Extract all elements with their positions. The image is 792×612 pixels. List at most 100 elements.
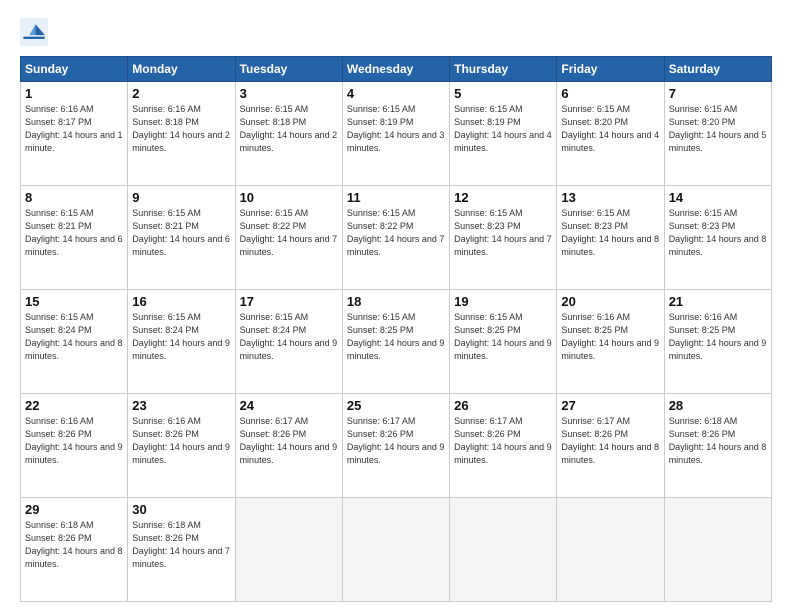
calendar-week-row: 1 Sunrise: 6:16 AM Sunset: 8:17 PM Dayli… <box>21 82 772 186</box>
day-number: 24 <box>240 398 338 413</box>
day-number: 3 <box>240 86 338 101</box>
day-detail: Sunrise: 6:15 AM Sunset: 8:19 PM Dayligh… <box>347 103 445 155</box>
day-number: 10 <box>240 190 338 205</box>
day-detail: Sunrise: 6:15 AM Sunset: 8:19 PM Dayligh… <box>454 103 552 155</box>
calendar-day-cell: 28 Sunrise: 6:18 AM Sunset: 8:26 PM Dayl… <box>664 394 771 498</box>
calendar-day-cell: 21 Sunrise: 6:16 AM Sunset: 8:25 PM Dayl… <box>664 290 771 394</box>
day-detail: Sunrise: 6:15 AM Sunset: 8:20 PM Dayligh… <box>669 103 767 155</box>
calendar-day-cell: 23 Sunrise: 6:16 AM Sunset: 8:26 PM Dayl… <box>128 394 235 498</box>
calendar-day-cell: 10 Sunrise: 6:15 AM Sunset: 8:22 PM Dayl… <box>235 186 342 290</box>
day-number: 30 <box>132 502 230 517</box>
day-detail: Sunrise: 6:18 AM Sunset: 8:26 PM Dayligh… <box>25 519 123 571</box>
day-number: 25 <box>347 398 445 413</box>
day-number: 6 <box>561 86 659 101</box>
day-number: 5 <box>454 86 552 101</box>
calendar-day-cell: 22 Sunrise: 6:16 AM Sunset: 8:26 PM Dayl… <box>21 394 128 498</box>
calendar-day-cell: 13 Sunrise: 6:15 AM Sunset: 8:23 PM Dayl… <box>557 186 664 290</box>
day-number: 19 <box>454 294 552 309</box>
calendar-day-cell: 27 Sunrise: 6:17 AM Sunset: 8:26 PM Dayl… <box>557 394 664 498</box>
calendar-week-row: 29 Sunrise: 6:18 AM Sunset: 8:26 PM Dayl… <box>21 498 772 602</box>
day-number: 7 <box>669 86 767 101</box>
day-detail: Sunrise: 6:15 AM Sunset: 8:20 PM Dayligh… <box>561 103 659 155</box>
day-detail: Sunrise: 6:15 AM Sunset: 8:24 PM Dayligh… <box>132 311 230 363</box>
day-number: 1 <box>25 86 123 101</box>
day-number: 27 <box>561 398 659 413</box>
calendar-day-cell: 17 Sunrise: 6:15 AM Sunset: 8:24 PM Dayl… <box>235 290 342 394</box>
calendar-week-row: 22 Sunrise: 6:16 AM Sunset: 8:26 PM Dayl… <box>21 394 772 498</box>
day-detail: Sunrise: 6:16 AM Sunset: 8:26 PM Dayligh… <box>25 415 123 467</box>
day-detail: Sunrise: 6:15 AM Sunset: 8:18 PM Dayligh… <box>240 103 338 155</box>
calendar-header-cell: Monday <box>128 57 235 82</box>
day-detail: Sunrise: 6:15 AM Sunset: 8:24 PM Dayligh… <box>25 311 123 363</box>
day-detail: Sunrise: 6:15 AM Sunset: 8:25 PM Dayligh… <box>347 311 445 363</box>
day-detail: Sunrise: 6:15 AM Sunset: 8:23 PM Dayligh… <box>669 207 767 259</box>
calendar-day-cell: 8 Sunrise: 6:15 AM Sunset: 8:21 PM Dayli… <box>21 186 128 290</box>
day-detail: Sunrise: 6:16 AM Sunset: 8:17 PM Dayligh… <box>25 103 123 155</box>
calendar-day-cell: 25 Sunrise: 6:17 AM Sunset: 8:26 PM Dayl… <box>342 394 449 498</box>
day-number: 15 <box>25 294 123 309</box>
calendar-header-cell: Sunday <box>21 57 128 82</box>
calendar-day-cell: 4 Sunrise: 6:15 AM Sunset: 8:19 PM Dayli… <box>342 82 449 186</box>
calendar-day-cell <box>664 498 771 602</box>
day-number: 18 <box>347 294 445 309</box>
calendar-table: SundayMondayTuesdayWednesdayThursdayFrid… <box>20 56 772 602</box>
day-number: 21 <box>669 294 767 309</box>
calendar-day-cell: 14 Sunrise: 6:15 AM Sunset: 8:23 PM Dayl… <box>664 186 771 290</box>
calendar-day-cell: 9 Sunrise: 6:15 AM Sunset: 8:21 PM Dayli… <box>128 186 235 290</box>
day-detail: Sunrise: 6:16 AM Sunset: 8:18 PM Dayligh… <box>132 103 230 155</box>
calendar-day-cell <box>235 498 342 602</box>
calendar-day-cell: 15 Sunrise: 6:15 AM Sunset: 8:24 PM Dayl… <box>21 290 128 394</box>
calendar-header-row: SundayMondayTuesdayWednesdayThursdayFrid… <box>21 57 772 82</box>
calendar-day-cell: 19 Sunrise: 6:15 AM Sunset: 8:25 PM Dayl… <box>450 290 557 394</box>
calendar-day-cell <box>557 498 664 602</box>
day-number: 29 <box>25 502 123 517</box>
calendar-day-cell: 12 Sunrise: 6:15 AM Sunset: 8:23 PM Dayl… <box>450 186 557 290</box>
calendar-day-cell: 1 Sunrise: 6:16 AM Sunset: 8:17 PM Dayli… <box>21 82 128 186</box>
day-detail: Sunrise: 6:17 AM Sunset: 8:26 PM Dayligh… <box>454 415 552 467</box>
day-number: 12 <box>454 190 552 205</box>
calendar-day-cell: 3 Sunrise: 6:15 AM Sunset: 8:18 PM Dayli… <box>235 82 342 186</box>
calendar-day-cell: 26 Sunrise: 6:17 AM Sunset: 8:26 PM Dayl… <box>450 394 557 498</box>
logo <box>20 18 52 46</box>
page: SundayMondayTuesdayWednesdayThursdayFrid… <box>0 0 792 612</box>
calendar-day-cell: 16 Sunrise: 6:15 AM Sunset: 8:24 PM Dayl… <box>128 290 235 394</box>
day-detail: Sunrise: 6:15 AM Sunset: 8:23 PM Dayligh… <box>561 207 659 259</box>
calendar-day-cell: 6 Sunrise: 6:15 AM Sunset: 8:20 PM Dayli… <box>557 82 664 186</box>
calendar-header-cell: Friday <box>557 57 664 82</box>
day-detail: Sunrise: 6:16 AM Sunset: 8:26 PM Dayligh… <box>132 415 230 467</box>
calendar-day-cell: 18 Sunrise: 6:15 AM Sunset: 8:25 PM Dayl… <box>342 290 449 394</box>
calendar-day-cell <box>342 498 449 602</box>
calendar-day-cell <box>450 498 557 602</box>
logo-icon <box>20 18 48 46</box>
day-number: 9 <box>132 190 230 205</box>
day-number: 17 <box>240 294 338 309</box>
calendar-day-cell: 20 Sunrise: 6:16 AM Sunset: 8:25 PM Dayl… <box>557 290 664 394</box>
day-detail: Sunrise: 6:18 AM Sunset: 8:26 PM Dayligh… <box>669 415 767 467</box>
calendar-header-cell: Saturday <box>664 57 771 82</box>
calendar-day-cell: 7 Sunrise: 6:15 AM Sunset: 8:20 PM Dayli… <box>664 82 771 186</box>
day-number: 4 <box>347 86 445 101</box>
day-number: 11 <box>347 190 445 205</box>
day-detail: Sunrise: 6:15 AM Sunset: 8:22 PM Dayligh… <box>347 207 445 259</box>
day-detail: Sunrise: 6:15 AM Sunset: 8:21 PM Dayligh… <box>132 207 230 259</box>
day-number: 13 <box>561 190 659 205</box>
calendar-header-cell: Thursday <box>450 57 557 82</box>
calendar-day-cell: 2 Sunrise: 6:16 AM Sunset: 8:18 PM Dayli… <box>128 82 235 186</box>
day-number: 8 <box>25 190 123 205</box>
header <box>20 18 772 46</box>
calendar-day-cell: 11 Sunrise: 6:15 AM Sunset: 8:22 PM Dayl… <box>342 186 449 290</box>
day-detail: Sunrise: 6:17 AM Sunset: 8:26 PM Dayligh… <box>240 415 338 467</box>
day-number: 16 <box>132 294 230 309</box>
calendar-day-cell: 24 Sunrise: 6:17 AM Sunset: 8:26 PM Dayl… <box>235 394 342 498</box>
day-detail: Sunrise: 6:15 AM Sunset: 8:25 PM Dayligh… <box>454 311 552 363</box>
day-detail: Sunrise: 6:15 AM Sunset: 8:21 PM Dayligh… <box>25 207 123 259</box>
day-detail: Sunrise: 6:17 AM Sunset: 8:26 PM Dayligh… <box>347 415 445 467</box>
day-number: 22 <box>25 398 123 413</box>
day-detail: Sunrise: 6:18 AM Sunset: 8:26 PM Dayligh… <box>132 519 230 571</box>
calendar-header-cell: Tuesday <box>235 57 342 82</box>
calendar-day-cell: 29 Sunrise: 6:18 AM Sunset: 8:26 PM Dayl… <box>21 498 128 602</box>
calendar-day-cell: 5 Sunrise: 6:15 AM Sunset: 8:19 PM Dayli… <box>450 82 557 186</box>
calendar-day-cell: 30 Sunrise: 6:18 AM Sunset: 8:26 PM Dayl… <box>128 498 235 602</box>
calendar-week-row: 8 Sunrise: 6:15 AM Sunset: 8:21 PM Dayli… <box>21 186 772 290</box>
day-number: 14 <box>669 190 767 205</box>
